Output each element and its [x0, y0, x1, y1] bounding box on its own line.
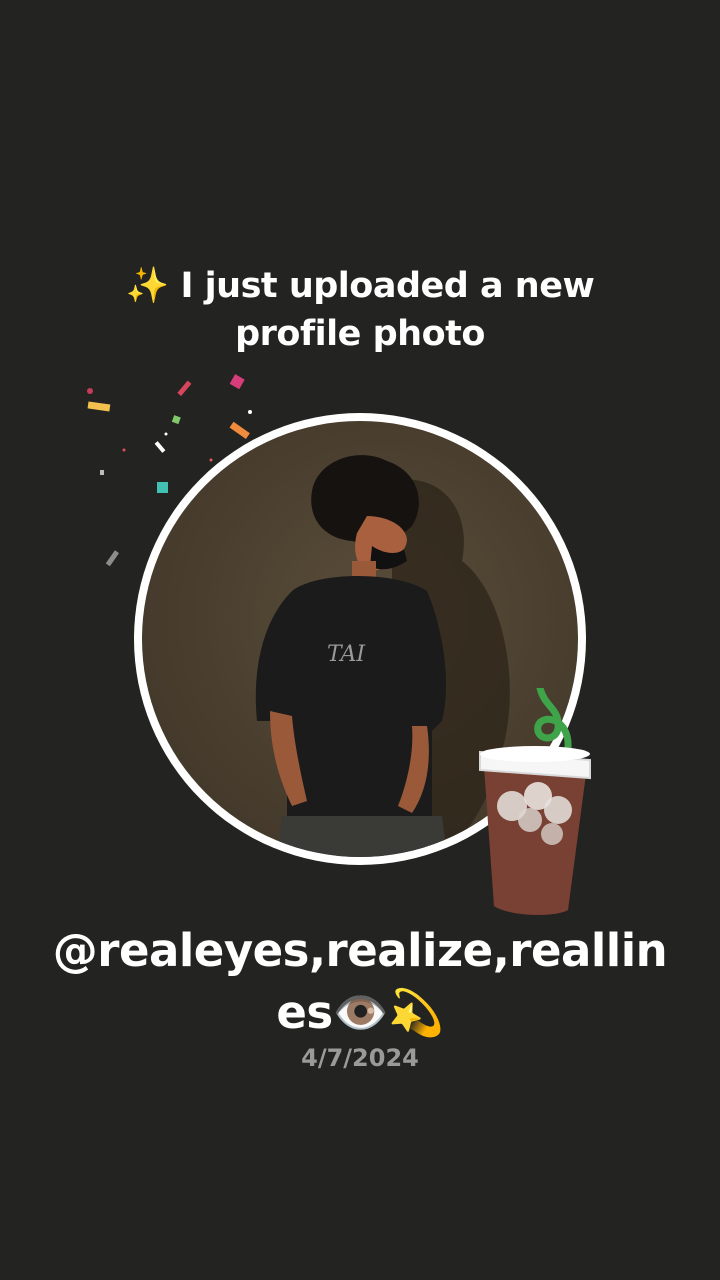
announcement-headline: ✨ I just uploaded a new profile photo	[125, 266, 595, 354]
profile-username[interactable]: @realeyes,realize,reallines👁️💫	[40, 920, 680, 1044]
iced-drink-sticker	[479, 688, 591, 915]
shirt-print: TAI	[327, 642, 366, 667]
upload-date: 4/7/2024	[301, 1044, 419, 1072]
